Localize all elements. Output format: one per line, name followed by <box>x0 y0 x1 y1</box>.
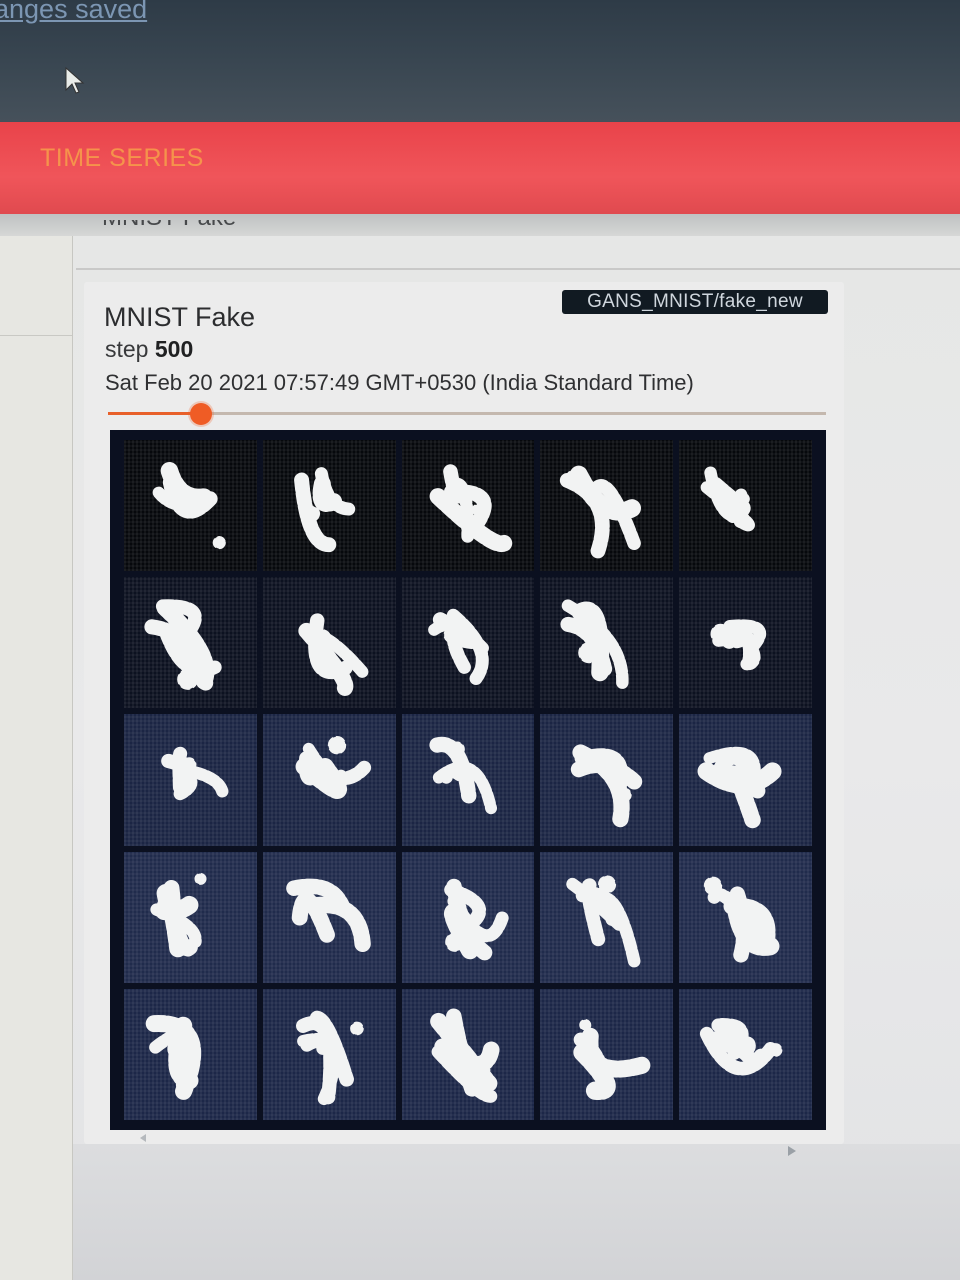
card-divider <box>76 268 960 270</box>
digit-blob <box>303 505 320 522</box>
generated-digit-icon <box>566 874 642 969</box>
digit-blob <box>471 503 484 516</box>
sample-tile <box>124 714 257 846</box>
scroll-right-icon[interactable] <box>788 1146 796 1156</box>
image-title: MNIST Fake <box>104 302 256 332</box>
generated-digit-icon <box>145 1014 202 1100</box>
digit-blob <box>444 931 465 952</box>
sample-tile <box>262 988 396 1120</box>
digit-blob <box>194 872 207 885</box>
generated-digit-icon <box>161 747 229 801</box>
generated-digit-icon <box>560 599 629 690</box>
generated-digit-icon <box>700 1017 783 1076</box>
digit-blob <box>710 623 732 645</box>
digit-blob <box>565 468 586 489</box>
run-tag-chip: GANS_MNIST/fake_new <box>562 290 828 314</box>
generated-digit-icon <box>427 608 489 686</box>
digit-blob <box>182 757 197 773</box>
sample-tile <box>262 851 396 983</box>
tensorboard-header: TIME SERIES <box>0 122 960 214</box>
digit-blob <box>309 629 332 652</box>
generated-samples-image <box>110 430 826 1130</box>
sample-tile <box>401 714 535 846</box>
sample-tile <box>540 440 674 572</box>
digit-blob <box>598 874 617 894</box>
sample-tile <box>679 440 812 572</box>
generated-digit-icon <box>295 1010 364 1105</box>
step-slider-fill <box>108 412 202 415</box>
sample-tile <box>124 440 257 572</box>
sample-tile <box>124 851 257 983</box>
sample-tile <box>262 440 396 572</box>
digit-stroke <box>155 894 187 957</box>
sample-tile <box>262 577 396 709</box>
sample-tile <box>540 577 674 709</box>
sidebar-divider <box>0 335 72 336</box>
generated-digit-icon <box>704 876 780 966</box>
changes-saved-link[interactable]: anges saved <box>0 0 147 25</box>
sample-tile <box>540 714 674 846</box>
digit-blob <box>738 492 751 505</box>
generated-digit-icon <box>710 619 767 671</box>
generated-digit-icon <box>571 744 643 828</box>
generated-digit-icon <box>295 736 371 800</box>
image-timestamp: Sat Feb 20 2021 07:57:49 GMT+0530 (India… <box>105 370 694 395</box>
mouse-cursor-icon <box>65 66 85 94</box>
sample-tile <box>679 714 812 846</box>
step-slider-track[interactable] <box>108 412 826 415</box>
generated-digit-icon <box>429 1008 500 1103</box>
digit-blob <box>167 1038 189 1060</box>
generated-digit-icon <box>560 465 643 559</box>
digit-blob <box>761 765 778 782</box>
digit-stroke <box>439 765 466 785</box>
digit-stroke <box>721 629 759 671</box>
digit-blob <box>449 741 465 758</box>
generated-digit-icon <box>429 464 512 552</box>
left-sidebar <box>0 236 73 1280</box>
generated-digit-icon <box>700 466 756 532</box>
generated-digit-icon <box>286 878 371 952</box>
sample-tile <box>124 577 257 709</box>
sample-tile <box>540 851 674 983</box>
digit-blob <box>327 736 346 755</box>
scroll-left-icon[interactable] <box>140 1134 146 1142</box>
step-label: step <box>105 336 149 362</box>
digit-blob <box>618 788 633 803</box>
sample-tile <box>262 714 396 846</box>
generated-digit-icon <box>697 747 782 829</box>
generated-digit-icon <box>293 467 358 553</box>
generated-digit-icon <box>298 613 369 697</box>
digit-blob <box>349 1021 364 1036</box>
digit-blob <box>177 669 199 691</box>
sample-tile <box>679 577 812 709</box>
digit-blob <box>476 1062 491 1077</box>
digit-blob <box>768 1042 783 1057</box>
sample-tile <box>679 988 812 1120</box>
generated-digit-icon <box>443 878 509 963</box>
page-bottom <box>73 1144 960 1280</box>
step-indicator: step 500 <box>105 336 193 363</box>
step-value: 500 <box>154 336 194 362</box>
digit-blob <box>704 876 723 895</box>
sample-tile <box>401 851 535 983</box>
sample-tile <box>540 988 674 1120</box>
sample-tile <box>124 988 257 1120</box>
generated-digit-icon <box>152 461 226 550</box>
digit-blob <box>289 880 305 896</box>
sample-tile <box>401 988 535 1120</box>
tab-time-series[interactable]: TIME SERIES <box>40 144 204 173</box>
digit-stroke <box>315 761 371 786</box>
sample-tile <box>401 577 535 709</box>
sample-tile <box>401 440 535 572</box>
generated-digit-icon <box>150 872 207 957</box>
generated-digit-icon <box>573 1018 651 1100</box>
digit-blob <box>212 536 226 550</box>
digit-blob <box>579 1018 592 1031</box>
digit-blob <box>443 626 461 644</box>
digit-stroke <box>312 475 342 512</box>
sample-tile <box>679 851 812 983</box>
digit-blob <box>578 642 600 664</box>
generated-digit-icon <box>144 599 222 692</box>
generated-digit-icon <box>429 737 497 815</box>
